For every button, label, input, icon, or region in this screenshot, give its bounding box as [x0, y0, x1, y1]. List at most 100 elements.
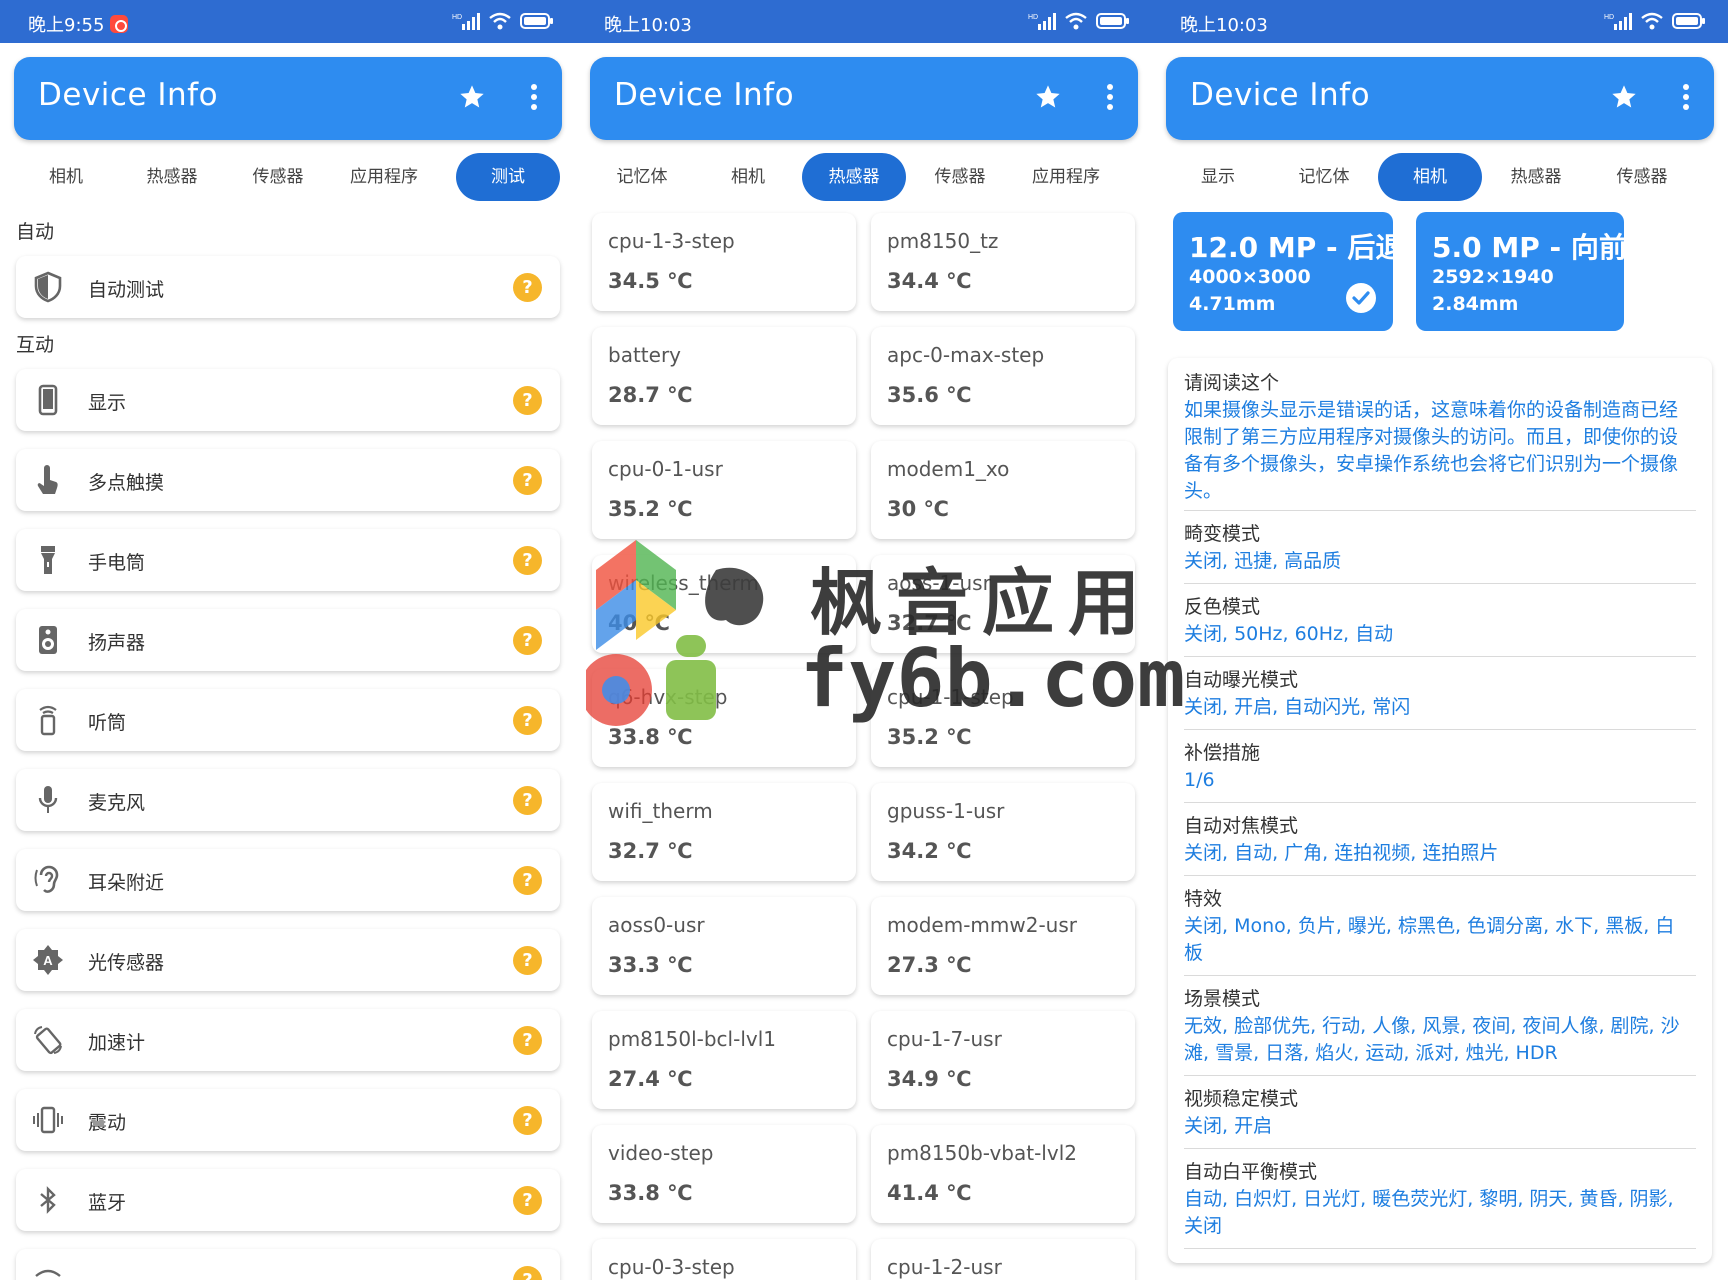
more-options-icon[interactable] — [1106, 83, 1114, 111]
favorite-star-icon[interactable] — [1034, 83, 1062, 111]
help-icon[interactable]: ? — [513, 546, 542, 575]
status-bar: 晚上10:03 HD — [576, 0, 1152, 43]
tab-memory[interactable]: 记忆体 — [590, 153, 694, 201]
help-icon[interactable]: ? — [513, 786, 542, 815]
thermal-sensor-card[interactable]: modem-mmw2-usr 27.3 ℃ — [871, 897, 1135, 995]
test-row-proximity[interactable]: 耳朵附近 ? — [16, 849, 560, 911]
thermal-sensor-card[interactable]: modem1_xo 30 ℃ — [871, 441, 1135, 539]
test-row-light-sensor[interactable]: A 光传感器 ? — [16, 929, 560, 991]
test-label: 多点触摸 — [88, 472, 165, 494]
tab-apps[interactable]: 应用程序 — [1014, 153, 1118, 201]
sensor-temperature: 32.7 ℃ — [887, 611, 972, 635]
battery-icon — [520, 13, 553, 29]
test-row-bluetooth[interactable]: 蓝牙 ? — [16, 1169, 560, 1231]
test-label: 光传感器 — [88, 952, 165, 974]
thermal-sensor-card[interactable]: q6-hvx-step 33.8 ℃ — [592, 669, 856, 767]
thermal-sensor-card[interactable]: cpu-0-1-usr 35.2 ℃ — [592, 441, 856, 539]
touch-icon — [37, 465, 58, 494]
tab-sensors[interactable]: 传感器 — [1590, 153, 1694, 201]
sensor-name: cpu-1-7-usr — [887, 1027, 1002, 1051]
test-row-auto[interactable]: 自动测试 ? — [16, 256, 560, 318]
thermal-sensor-card[interactable]: cpu-1-2-usr — [871, 1239, 1135, 1280]
help-icon[interactable]: ? — [513, 1266, 542, 1280]
screen-record-icon — [110, 15, 129, 33]
help-icon[interactable]: ? — [513, 866, 542, 895]
sensor-temperature: 32.7 ℃ — [608, 839, 693, 863]
help-icon[interactable]: ? — [513, 626, 542, 655]
tab-memory[interactable]: 记忆体 — [1272, 153, 1376, 201]
thermal-sensor-card[interactable]: gpuss-1-usr 34.2 ℃ — [871, 783, 1135, 881]
help-icon[interactable]: ? — [513, 1026, 542, 1055]
battery-icon — [1672, 13, 1705, 29]
thermal-sensor-card[interactable]: pm8150l-bcl-lvl1 27.4 ℃ — [592, 1011, 856, 1109]
favorite-star-icon[interactable] — [1610, 83, 1638, 111]
sensor-name: pm8150_tz — [887, 229, 999, 253]
test-label: 自动测试 — [88, 279, 165, 301]
tab-apps[interactable]: 应用程序 — [332, 153, 436, 201]
system-icons: HD — [1028, 12, 1130, 30]
thermal-sensor-card[interactable]: battery 28.7 ℃ — [592, 327, 856, 425]
shield-icon — [34, 271, 62, 303]
test-row-accelerometer[interactable]: 加速计 ? — [16, 1009, 560, 1071]
info-heading: 特效 — [1184, 888, 1223, 910]
more-options-icon[interactable] — [530, 83, 538, 111]
test-label: 加速计 — [88, 1032, 146, 1054]
sensor-name: cpu-1-1-step — [887, 685, 1014, 709]
tab-camera[interactable]: 相机 — [1378, 153, 1482, 201]
bluetooth-icon — [40, 1186, 56, 1214]
test-row-speaker[interactable]: 扬声器 ? — [16, 609, 560, 671]
tab-thermal[interactable]: 热感器 — [1484, 153, 1588, 201]
tab-sensors[interactable]: 传感器 — [226, 153, 330, 201]
favorite-star-icon[interactable] — [458, 83, 486, 111]
thermal-sensor-card[interactable]: apc-0-max-step 35.6 ℃ — [871, 327, 1135, 425]
tab-display[interactable]: 显示 — [1166, 153, 1270, 201]
sensor-temperature: 41.4 ℃ — [887, 1181, 972, 1205]
sensor-temperature: 35.2 ℃ — [608, 497, 693, 521]
help-icon[interactable]: ? — [513, 706, 542, 735]
test-row-partial[interactable]: ? — [16, 1249, 560, 1280]
help-icon[interactable]: ? — [513, 466, 542, 495]
tab-bar: 记忆体 相机 热感器 传感器 应用程序 — [590, 153, 1138, 201]
tab-camera[interactable]: 相机 — [696, 153, 800, 201]
status-time: 晚上10:03 — [1180, 15, 1268, 36]
help-icon[interactable]: ? — [513, 1106, 542, 1135]
sensor-temperature: 35.2 ℃ — [887, 725, 972, 749]
sensor-name: cpu-1-3-step — [608, 229, 735, 253]
thermal-sensor-card[interactable]: cpu-0-3-step — [592, 1239, 856, 1280]
info-heading: 自动曝光模式 — [1184, 669, 1299, 691]
test-row-multitouch[interactable]: 多点触摸 ? — [16, 449, 560, 511]
thermal-sensor-card[interactable]: cpu-1-3-step 34.5 ℃ — [592, 213, 856, 311]
camera-card-back[interactable]: 12.0 MP - 后退 4000×3000 4.71mm — [1173, 212, 1403, 331]
tab-thermal[interactable]: 热感器 — [120, 153, 224, 201]
thermal-sensor-card[interactable]: video-step 33.8 ℃ — [592, 1125, 856, 1223]
test-row-display[interactable]: 显示 ? — [16, 369, 560, 431]
info-item-white-balance: 自动白平衡模式 自动, 白炽灯, 日光灯, 暖色荧光灯, 黎明, 阴天, 黄昏,… — [1184, 1159, 1692, 1240]
help-icon[interactable]: ? — [513, 386, 542, 415]
thermal-sensor-card[interactable]: wireless_therm 40 ℃ — [592, 555, 856, 653]
info-item-scene: 场景模式 无效, 脸部优先, 行动, 人像, 风景, 夜间, 夜间人像, 剧院,… — [1184, 986, 1692, 1067]
tab-camera[interactable]: 相机 — [14, 153, 118, 201]
battery-icon — [1096, 13, 1129, 29]
help-icon[interactable]: ? — [513, 273, 542, 302]
thermal-sensor-card[interactable]: cpu-1-7-usr 34.9 ℃ — [871, 1011, 1135, 1109]
thermal-sensor-card[interactable]: cpu-1-1-step 35.2 ℃ — [871, 669, 1135, 767]
thermal-sensor-card[interactable]: pm8150_tz 34.4 ℃ — [871, 213, 1135, 311]
thermal-sensor-card[interactable]: wifi_therm 32.7 ℃ — [592, 783, 856, 881]
help-icon[interactable]: ? — [513, 1186, 542, 1215]
svg-text:HD: HD — [1604, 14, 1614, 21]
test-row-flashlight[interactable]: 手电筒 ? — [16, 529, 560, 591]
divider — [1184, 729, 1696, 730]
test-row-microphone[interactable]: 麦克风 ? — [16, 769, 560, 831]
thermal-sensor-card[interactable]: aoss-1-usr 32.7 ℃ — [871, 555, 1135, 653]
svg-text:HD: HD — [452, 14, 462, 21]
tab-thermal[interactable]: 热感器 — [802, 153, 906, 201]
more-options-icon[interactable] — [1682, 83, 1690, 111]
camera-card-front[interactable]: 5.0 MP - 向前 2592×1940 2.84mm — [1416, 212, 1627, 331]
thermal-sensor-card[interactable]: aoss0-usr 33.3 ℃ — [592, 897, 856, 995]
tab-tests[interactable]: 测试 — [456, 153, 560, 201]
test-row-earpiece[interactable]: 听筒 ? — [16, 689, 560, 751]
help-icon[interactable]: ? — [513, 946, 542, 975]
thermal-sensor-card[interactable]: pm8150b-vbat-lvl2 41.4 ℃ — [871, 1125, 1135, 1223]
test-row-vibration[interactable]: 震动 ? — [16, 1089, 560, 1151]
tab-sensors[interactable]: 传感器 — [908, 153, 1012, 201]
